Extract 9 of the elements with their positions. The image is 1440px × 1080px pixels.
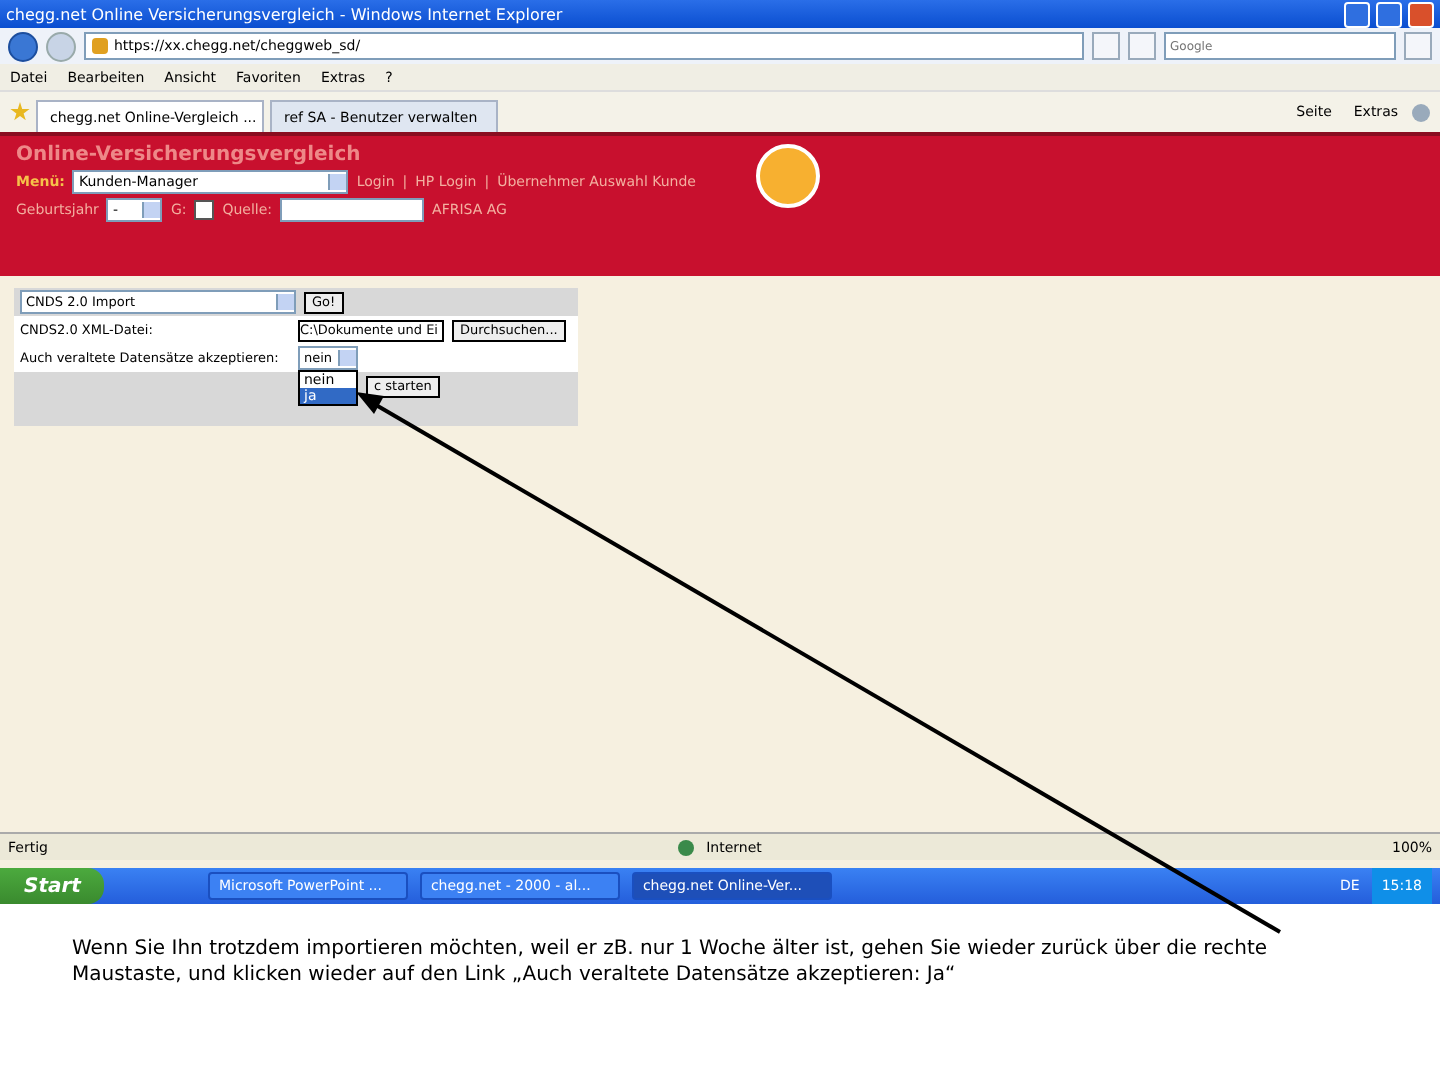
g-checkbox[interactable]	[194, 200, 215, 220]
globe-icon	[678, 839, 695, 855]
start-button[interactable]: Start	[0, 868, 105, 904]
logo-icon	[756, 144, 820, 208]
window-title: chegg.net Online Versicherungsvergleich - Windows Internet Explorer	[6, 5, 565, 23]
caption-text: Wenn Sie Ihn trotzdem importieren möchten, weil er zB. nur 1 Woche älter ist, gehen Sie wieder zurück über die rechte Maustaste, und klicken wieder auf den Link „Auch veraltete Datensätze akzeptieren: Ja“	[72, 936, 1270, 988]
back-button[interactable]	[8, 31, 38, 61]
source-field[interactable]	[280, 198, 425, 222]
page-heading: Online-Versicherungsvergleich	[16, 144, 363, 166]
